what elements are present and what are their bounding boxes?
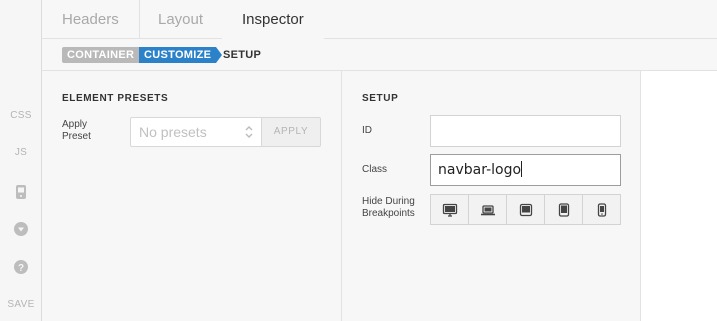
breakpoint-desktop-button[interactable]: [431, 195, 469, 224]
tablet-landscape-icon: [519, 203, 532, 216]
canvas-area: [641, 71, 717, 321]
text-caret: [521, 161, 523, 177]
setup-panel: SETUP ID Class navbar-logo Hide During B…: [342, 71, 641, 321]
help-circle-icon[interactable]: ?: [13, 259, 29, 275]
phone-icon: [597, 202, 606, 217]
dropdown-circle-icon[interactable]: [13, 221, 29, 237]
presets-title: ELEMENT PRESETS: [62, 93, 169, 104]
class-label: Class: [362, 164, 388, 175]
element-presets-panel: ELEMENT PRESETS Apply Preset No presets …: [42, 71, 342, 321]
tab-bar: Headers Layout Inspector: [42, 0, 717, 39]
breakpoint-tablet-landscape-button[interactable]: [507, 195, 545, 224]
class-field-value: navbar-logo: [438, 162, 522, 178]
tab-layout[interactable]: Layout: [138, 0, 225, 39]
breakpoint-toggle-group: [430, 194, 621, 225]
apply-preset-label: Apply Preset: [62, 119, 91, 142]
breakpoint-phone-button[interactable]: [583, 195, 620, 224]
hide-breakpoints-label: Hide During Breakpoints: [362, 196, 415, 219]
preset-select[interactable]: No presets: [130, 117, 262, 147]
left-rail: CSS JS ? SAVE: [0, 0, 42, 321]
tab-headers[interactable]: Headers: [42, 0, 140, 39]
laptop-icon: [480, 204, 495, 215]
css-button[interactable]: CSS: [0, 110, 42, 121]
setup-title: SETUP: [362, 93, 399, 104]
id-field[interactable]: [430, 115, 621, 147]
preset-select-value: No presets: [139, 124, 207, 140]
breadcrumb-setup[interactable]: SETUP: [218, 47, 266, 63]
svg-text:?: ?: [18, 263, 24, 274]
breakpoint-tablet-portrait-button[interactable]: [545, 195, 583, 224]
tablet-portrait-icon: [558, 202, 569, 217]
id-label: ID: [362, 125, 372, 136]
breadcrumb-customize[interactable]: CUSTOMIZE: [139, 47, 223, 63]
save-button[interactable]: SAVE: [0, 299, 42, 310]
breadcrumb: CONTAINER CUSTOMIZE SETUP: [42, 39, 717, 71]
tab-inspector[interactable]: Inspector: [222, 0, 324, 39]
breadcrumb-container[interactable]: CONTAINER: [62, 47, 140, 63]
desktop-icon: [442, 203, 457, 217]
device-icon[interactable]: [13, 184, 29, 200]
apply-button[interactable]: APPLY: [261, 117, 321, 147]
select-arrows-icon: [245, 126, 253, 138]
class-field[interactable]: navbar-logo: [430, 154, 621, 186]
breakpoint-laptop-button[interactable]: [469, 195, 507, 224]
js-button[interactable]: JS: [0, 147, 42, 158]
